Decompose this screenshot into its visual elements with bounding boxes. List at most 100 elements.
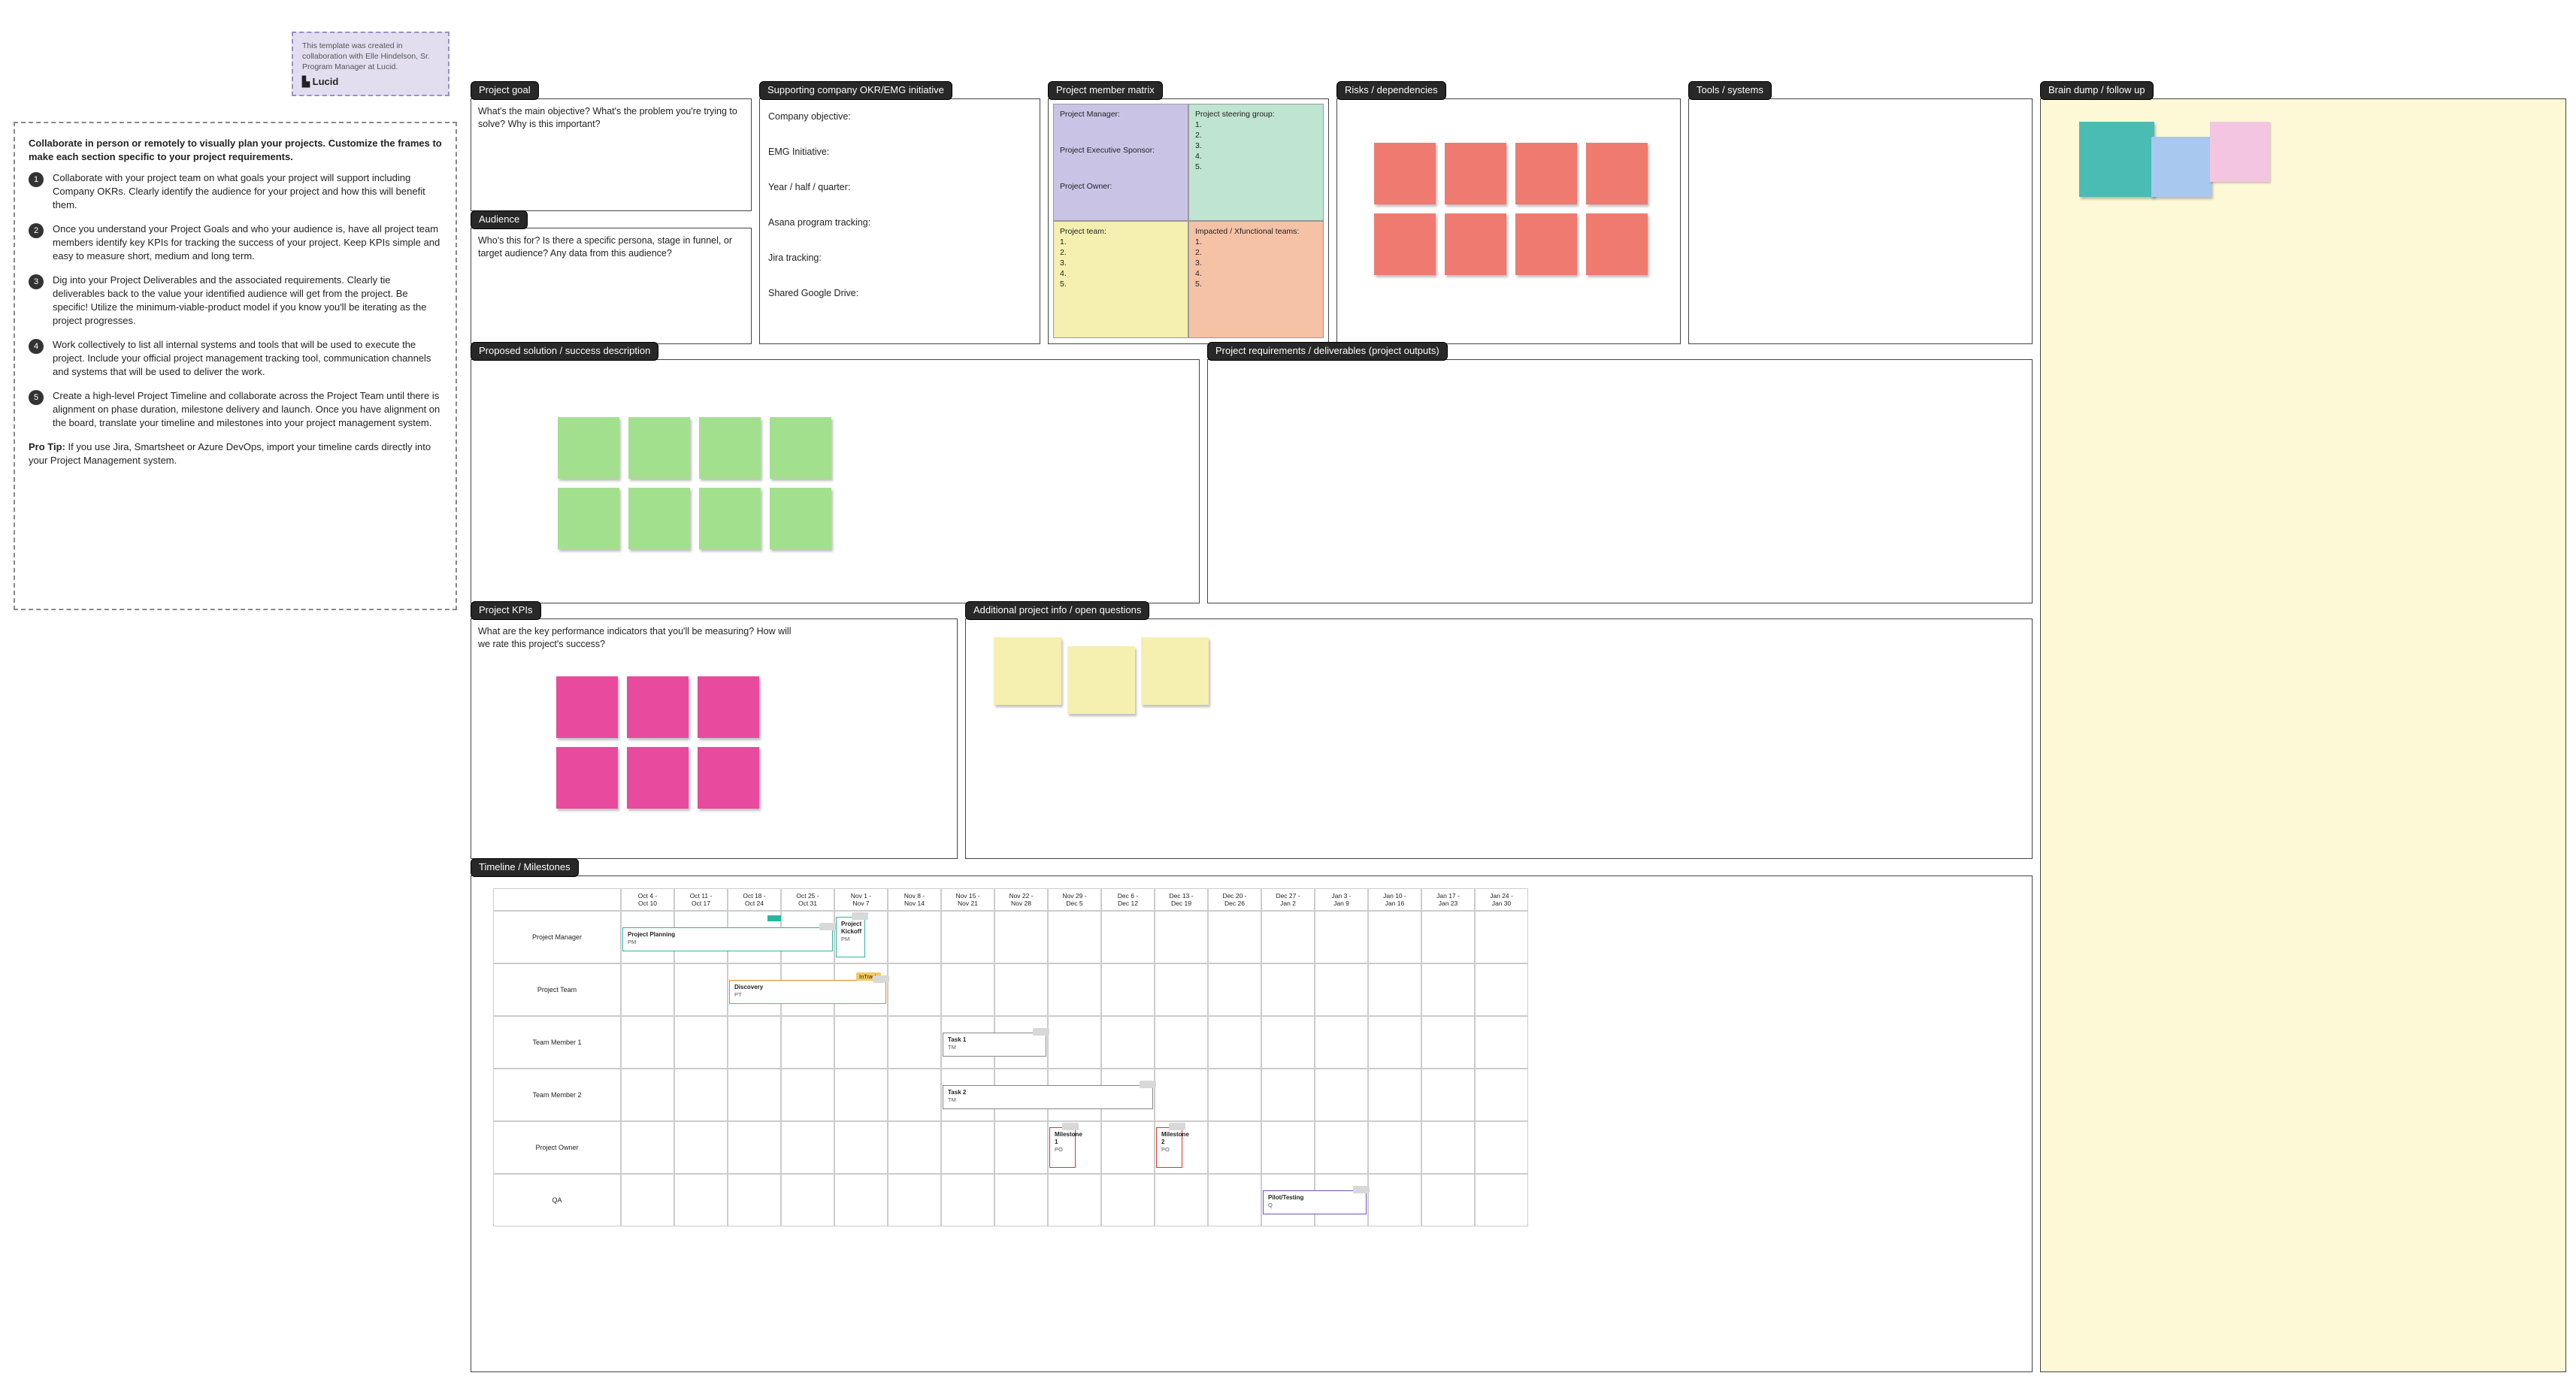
risk-sticky[interactable] — [1515, 143, 1577, 204]
gantt-cell[interactable] — [1421, 1174, 1475, 1226]
addl-sticky[interactable] — [1067, 646, 1135, 714]
brain-sticky-blue[interactable] — [2151, 137, 2211, 197]
gantt-cell[interactable] — [1421, 1069, 1475, 1121]
panel-requirements[interactable] — [1207, 359, 2033, 603]
gantt-cell[interactable] — [834, 1016, 888, 1069]
risk-sticky[interactable] — [1445, 143, 1506, 204]
panel-kpis[interactable] — [471, 618, 958, 859]
solution-sticky[interactable] — [628, 488, 690, 549]
kpi-sticky[interactable] — [556, 676, 618, 738]
gantt-cell[interactable] — [1368, 1174, 1421, 1226]
gantt-cell[interactable] — [674, 1016, 728, 1069]
gantt-cell[interactable] — [1261, 911, 1315, 963]
risk-sticky[interactable] — [1515, 213, 1577, 275]
gantt-cell[interactable] — [674, 1121, 728, 1174]
gantt-cell[interactable] — [888, 911, 941, 963]
gantt-cell[interactable] — [1315, 963, 1368, 1016]
gantt-cell[interactable] — [1315, 1016, 1368, 1069]
gantt-cell[interactable] — [1048, 1016, 1101, 1069]
matrix-quad-pm[interactable]: Project Manager: Project Executive Spons… — [1053, 104, 1188, 221]
gantt-bar[interactable]: Pilot/TestingQ — [1263, 1190, 1367, 1214]
gantt-cell[interactable] — [728, 1121, 781, 1174]
gantt-cell[interactable] — [728, 1174, 781, 1226]
gantt-cell[interactable] — [941, 911, 994, 963]
gantt-cell[interactable] — [1315, 1121, 1368, 1174]
panel-brain[interactable] — [2040, 98, 2566, 1372]
gantt-cell[interactable] — [1155, 1069, 1208, 1121]
gantt-cell[interactable] — [1421, 911, 1475, 963]
solution-sticky[interactable] — [558, 417, 619, 479]
gantt-bar[interactable]: Milestone 2PO — [1156, 1127, 1182, 1168]
risk-sticky[interactable] — [1586, 213, 1648, 275]
gantt-cell[interactable] — [781, 1174, 834, 1226]
gantt-cell[interactable] — [888, 1069, 941, 1121]
risk-sticky[interactable] — [1445, 213, 1506, 275]
solution-sticky[interactable] — [699, 488, 761, 549]
gantt-cell[interactable] — [1155, 911, 1208, 963]
gantt-cell[interactable] — [621, 1016, 674, 1069]
gantt-cell[interactable] — [781, 1069, 834, 1121]
label-timeline[interactable]: Timeline / Milestones — [471, 858, 579, 877]
gantt-cell[interactable] — [834, 1174, 888, 1226]
brain-sticky-pink[interactable] — [2210, 122, 2270, 182]
gantt-cell[interactable] — [994, 963, 1048, 1016]
gantt-bar[interactable]: Project PlanningPM — [622, 927, 833, 951]
gantt-cell[interactable] — [621, 1069, 674, 1121]
label-supporting[interactable]: Supporting company OKR/EMG initiative — [759, 81, 952, 100]
gantt-cell[interactable] — [1475, 1069, 1528, 1121]
gantt-cell[interactable] — [1368, 911, 1421, 963]
label-project-goal[interactable]: Project goal — [471, 81, 539, 100]
panel-proposed[interactable] — [471, 359, 1200, 603]
gantt-bar[interactable]: Project KickoffPM — [836, 917, 865, 957]
kpi-sticky[interactable] — [627, 747, 689, 809]
gantt-cell[interactable] — [674, 1174, 728, 1226]
gantt-cell[interactable] — [941, 1174, 994, 1226]
gantt-handle[interactable] — [1062, 1123, 1079, 1130]
gantt-cell[interactable] — [1315, 1069, 1368, 1121]
gantt-cell[interactable] — [888, 1016, 941, 1069]
gantt-handle[interactable] — [852, 912, 868, 920]
gantt-cell[interactable] — [1101, 963, 1155, 1016]
gantt-cell[interactable] — [1208, 1174, 1261, 1226]
gantt-cell[interactable] — [1368, 963, 1421, 1016]
gantt-cell[interactable] — [888, 1121, 941, 1174]
gantt-cell[interactable] — [781, 1121, 834, 1174]
gantt-cell[interactable] — [1421, 1121, 1475, 1174]
gantt-cell[interactable] — [1475, 963, 1528, 1016]
solution-sticky[interactable] — [628, 417, 690, 479]
gantt-cell[interactable] — [728, 1069, 781, 1121]
gantt-cell[interactable] — [1261, 1069, 1315, 1121]
gantt-cell[interactable] — [994, 911, 1048, 963]
gantt-cell[interactable] — [1155, 1016, 1208, 1069]
addl-sticky[interactable] — [994, 637, 1061, 705]
matrix-quad-steering[interactable]: Project steering group: 1. 2. 3. 4. 5. — [1188, 104, 1324, 221]
label-kpis[interactable]: Project KPIs — [471, 601, 541, 620]
gantt-cell[interactable] — [1475, 911, 1528, 963]
matrix-quad-xfunc[interactable]: Impacted / Xfunctional teams: 1. 2. 3. 4… — [1188, 221, 1324, 338]
gantt-cell[interactable] — [941, 1121, 994, 1174]
kpi-sticky[interactable] — [556, 747, 618, 809]
gantt-cell[interactable] — [1315, 911, 1368, 963]
gantt-cell[interactable] — [1155, 1174, 1208, 1226]
gantt-cell[interactable] — [994, 1174, 1048, 1226]
gantt-cell[interactable] — [888, 963, 941, 1016]
gantt-cell[interactable] — [1048, 911, 1101, 963]
gantt-cell[interactable] — [994, 1121, 1048, 1174]
kpi-sticky[interactable] — [698, 747, 759, 809]
gantt-handle[interactable] — [873, 975, 889, 983]
label-brain[interactable]: Brain dump / follow up — [2040, 81, 2154, 100]
gantt-bar[interactable]: Task 2TM — [943, 1085, 1153, 1109]
gantt-cell[interactable] — [1101, 1121, 1155, 1174]
kpi-sticky[interactable] — [627, 676, 689, 738]
gantt-handle[interactable] — [1353, 1186, 1370, 1193]
gantt-cell[interactable] — [834, 1069, 888, 1121]
gantt-cell[interactable] — [1368, 1069, 1421, 1121]
gantt-handle[interactable] — [1140, 1081, 1156, 1088]
solution-sticky[interactable] — [699, 417, 761, 479]
label-matrix[interactable]: Project member matrix — [1048, 81, 1163, 100]
addl-sticky[interactable] — [1141, 637, 1209, 705]
gantt-cell[interactable] — [1261, 1016, 1315, 1069]
gantt-cell[interactable] — [1208, 1121, 1261, 1174]
gantt-cell[interactable] — [621, 1174, 674, 1226]
gantt-cell[interactable] — [888, 1174, 941, 1226]
